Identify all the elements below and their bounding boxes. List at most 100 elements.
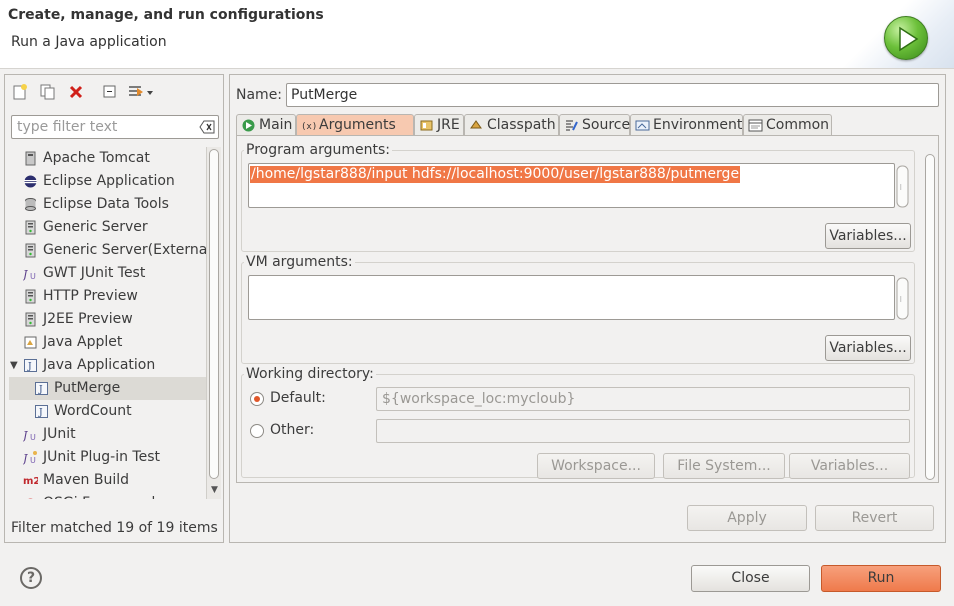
clear-filter-icon[interactable] [199, 120, 215, 134]
working-dir-variables-button[interactable]: Variables... [789, 453, 910, 479]
tree-item[interactable]: m2 Maven Build [9, 469, 207, 492]
program-arguments-text[interactable]: /home/lgstar888/input hdfs://localhost:9… [250, 166, 741, 183]
name-input[interactable]: PutMerge [286, 83, 939, 107]
tree-scrollbar[interactable]: ▼ [206, 147, 221, 499]
classpath-tab-icon [469, 118, 484, 133]
new-config-icon[interactable] [11, 83, 31, 103]
tree-item-label: Generic Server(External [43, 242, 207, 258]
tree-item-label: WordCount [54, 403, 132, 419]
filter-input[interactable]: type filter text [11, 115, 219, 139]
tree-item[interactable]: Apache Tomcat [9, 147, 207, 170]
java-app-icon: J [23, 358, 38, 373]
tab-common[interactable]: Common [743, 114, 832, 136]
scroll-down-icon[interactable]: ▼ [211, 485, 218, 495]
vm-arguments-scrollbar[interactable]: ⁝ [896, 276, 910, 325]
database-icon [23, 197, 38, 212]
tree-item-label: GWT JUnit Test [43, 265, 146, 281]
eclipse-icon [23, 174, 38, 189]
tab-classpath[interactable]: Classpath [464, 114, 559, 136]
vm-arguments-group: VM arguments: ⁝ Variables... [241, 254, 915, 364]
tree-item[interactable]: J PutMerge [9, 377, 207, 400]
expand-toggle-icon[interactable]: ▼ [10, 354, 18, 377]
main-tab-icon [241, 118, 256, 133]
tab-content-scrollbar[interactable] [924, 154, 938, 480]
server-icon [23, 289, 38, 304]
tree-item-label: Maven Build [43, 472, 130, 488]
tree-item[interactable]: OSGi Framework [9, 492, 207, 499]
program-arguments-label: Program arguments: [244, 142, 392, 158]
run-button[interactable]: Run [821, 565, 941, 592]
tab-content-scrollbar-thumb[interactable] [925, 154, 935, 480]
tree-item[interactable]: HTTP Preview [9, 285, 207, 308]
tree-item[interactable]: Eclipse Application [9, 170, 207, 193]
delete-config-icon[interactable] [67, 83, 87, 103]
svg-text:J: J [38, 408, 43, 418]
tree-item-label: Generic Server [43, 219, 148, 235]
tree-item-label: J2EE Preview [43, 311, 133, 327]
run-banner-icon [884, 16, 928, 60]
osgi-icon [23, 496, 38, 499]
help-icon[interactable]: ? [20, 567, 42, 589]
tree-item[interactable]: Generic Server(External [9, 239, 207, 262]
close-button[interactable]: Close [691, 565, 810, 592]
svg-text:J: J [27, 362, 32, 372]
svg-text:⁝: ⁝ [900, 295, 903, 304]
arguments-tab-content: Program arguments: /home/lgstar888/input… [236, 135, 939, 483]
junit-plugin-icon: JU [21, 450, 38, 465]
tree-item-label: OSGi Framework [43, 492, 160, 499]
program-variables-button[interactable]: Variables... [825, 223, 911, 249]
junit-icon: JU [21, 427, 38, 442]
configuration-list-panel: type filter text Apache Tomcat Eclipse Ap… [4, 74, 224, 543]
tree-item[interactable]: Eclipse Data Tools [9, 193, 207, 216]
tab-main[interactable]: Main [236, 114, 296, 136]
svg-text:J: J [23, 268, 28, 281]
tree-item[interactable]: Java Applet [9, 331, 207, 354]
tree-item[interactable]: Generic Server [9, 216, 207, 239]
tab-jre[interactable]: JRE [414, 114, 464, 136]
program-arguments-scrollbar[interactable]: ⁝ [896, 164, 910, 213]
source-tab-icon [564, 118, 579, 133]
vm-arguments-label: VM arguments: [244, 254, 355, 270]
environment-tab-icon [635, 118, 650, 133]
tree-item-label: Eclipse Data Tools [43, 196, 169, 212]
tree-item-label: JUnit [43, 426, 76, 442]
default-directory-field: ${workspace_loc:mycloub} [376, 387, 910, 411]
tree-item-label: Apache Tomcat [43, 150, 150, 166]
file-system-button[interactable]: File System... [663, 453, 785, 479]
default-radio[interactable] [250, 392, 264, 406]
svg-text:m2: m2 [23, 476, 38, 487]
tab-arguments[interactable]: (x)= Arguments [296, 114, 414, 136]
tree-item[interactable]: J U JUnit Plug-in Test [9, 446, 207, 469]
tab-source[interactable]: Source [559, 114, 630, 136]
svg-text:J: J [23, 429, 28, 442]
filter-menu-icon[interactable] [127, 83, 157, 103]
svg-text:(x)=: (x)= [301, 122, 316, 132]
other-label: Other: [270, 422, 315, 438]
tree-item-label: PutMerge [54, 380, 121, 396]
program-arguments-textarea[interactable]: /home/lgstar888/input hdfs://localhost:9… [248, 163, 909, 208]
duplicate-config-icon[interactable] [39, 83, 59, 103]
header-subtitle: Run a Java application [11, 34, 167, 50]
tree-item[interactable]: ▼ J Java Application [9, 354, 207, 377]
other-radio[interactable] [250, 424, 264, 438]
revert-button[interactable]: Revert [815, 505, 934, 531]
svg-text:U: U [30, 456, 36, 465]
java-app-icon: J [34, 404, 49, 419]
server-icon [23, 220, 38, 235]
configuration-tree[interactable]: Apache Tomcat Eclipse Application Eclipse … [9, 147, 207, 499]
collapse-all-icon[interactable] [101, 83, 121, 103]
svg-text:U: U [30, 272, 36, 281]
tab-environment[interactable]: Environment [630, 114, 743, 136]
tree-item-label: HTTP Preview [43, 288, 138, 304]
apply-button[interactable]: Apply [687, 505, 807, 531]
tree-item[interactable]: J WordCount [9, 400, 207, 423]
tree-item-label: Eclipse Application [43, 173, 175, 189]
jre-tab-icon [419, 118, 434, 133]
tree-item[interactable]: J U JUnit [9, 423, 207, 446]
workspace-button[interactable]: Workspace... [537, 453, 655, 479]
tree-scrollbar-thumb[interactable] [209, 149, 219, 479]
vm-arguments-textarea[interactable]: ⁝ [248, 275, 909, 320]
tree-item[interactable]: J U GWT JUnit Test [9, 262, 207, 285]
vm-variables-button[interactable]: Variables... [825, 335, 911, 361]
tree-item[interactable]: J2EE Preview [9, 308, 207, 331]
